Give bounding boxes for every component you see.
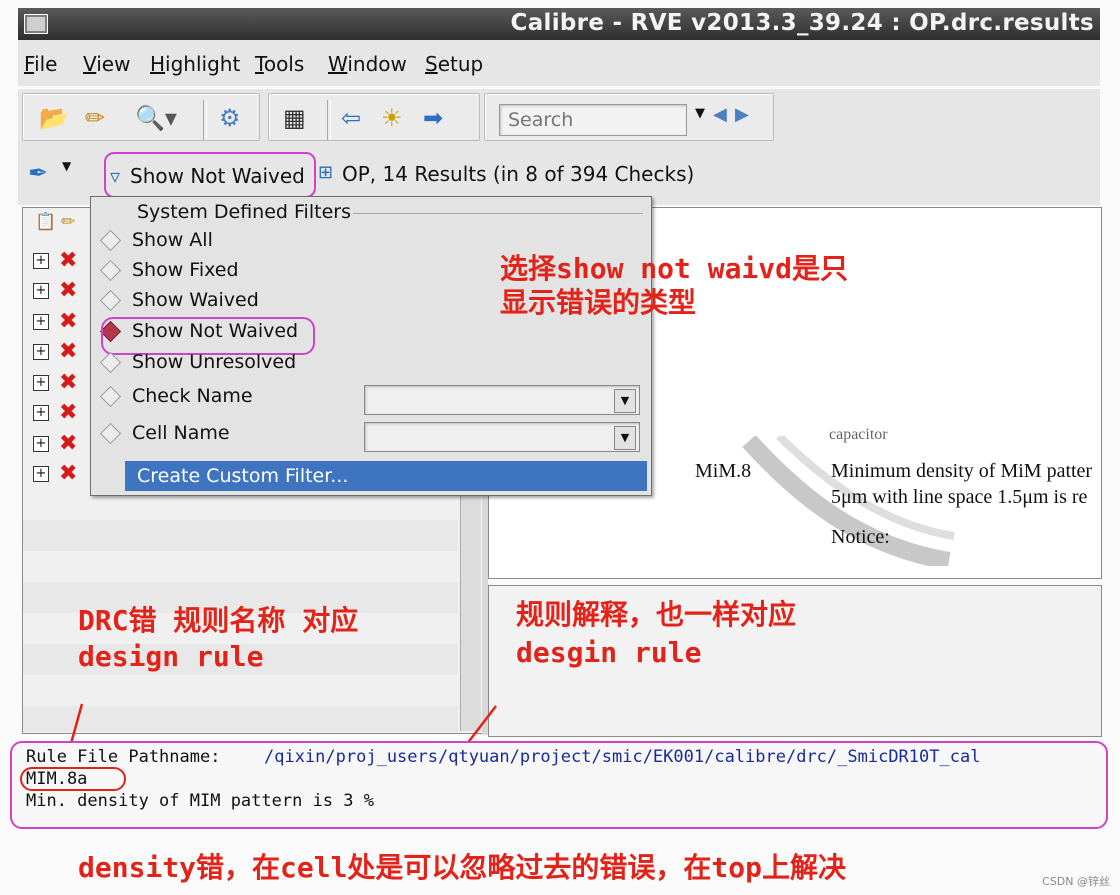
rule-description: Min. density of MIM pattern is 3 % <box>26 791 374 811</box>
rule-info-pane: Rule File Pathname: /qixin/proj_users/qt… <box>10 741 1108 829</box>
annotation-footer-note: density错，在cell处是可以忽略过去的错误，在top上解决 <box>78 851 847 884</box>
rule-file-pathname-link[interactable]: /qixin/proj_users/qtyuan/project/smic/EK… <box>264 747 980 767</box>
watermark: CSDN @锌丝 <box>1042 875 1110 888</box>
rule-file-pathname-label: Rule File Pathname: <box>26 747 221 767</box>
rule-name-highlight-ring <box>20 767 126 791</box>
